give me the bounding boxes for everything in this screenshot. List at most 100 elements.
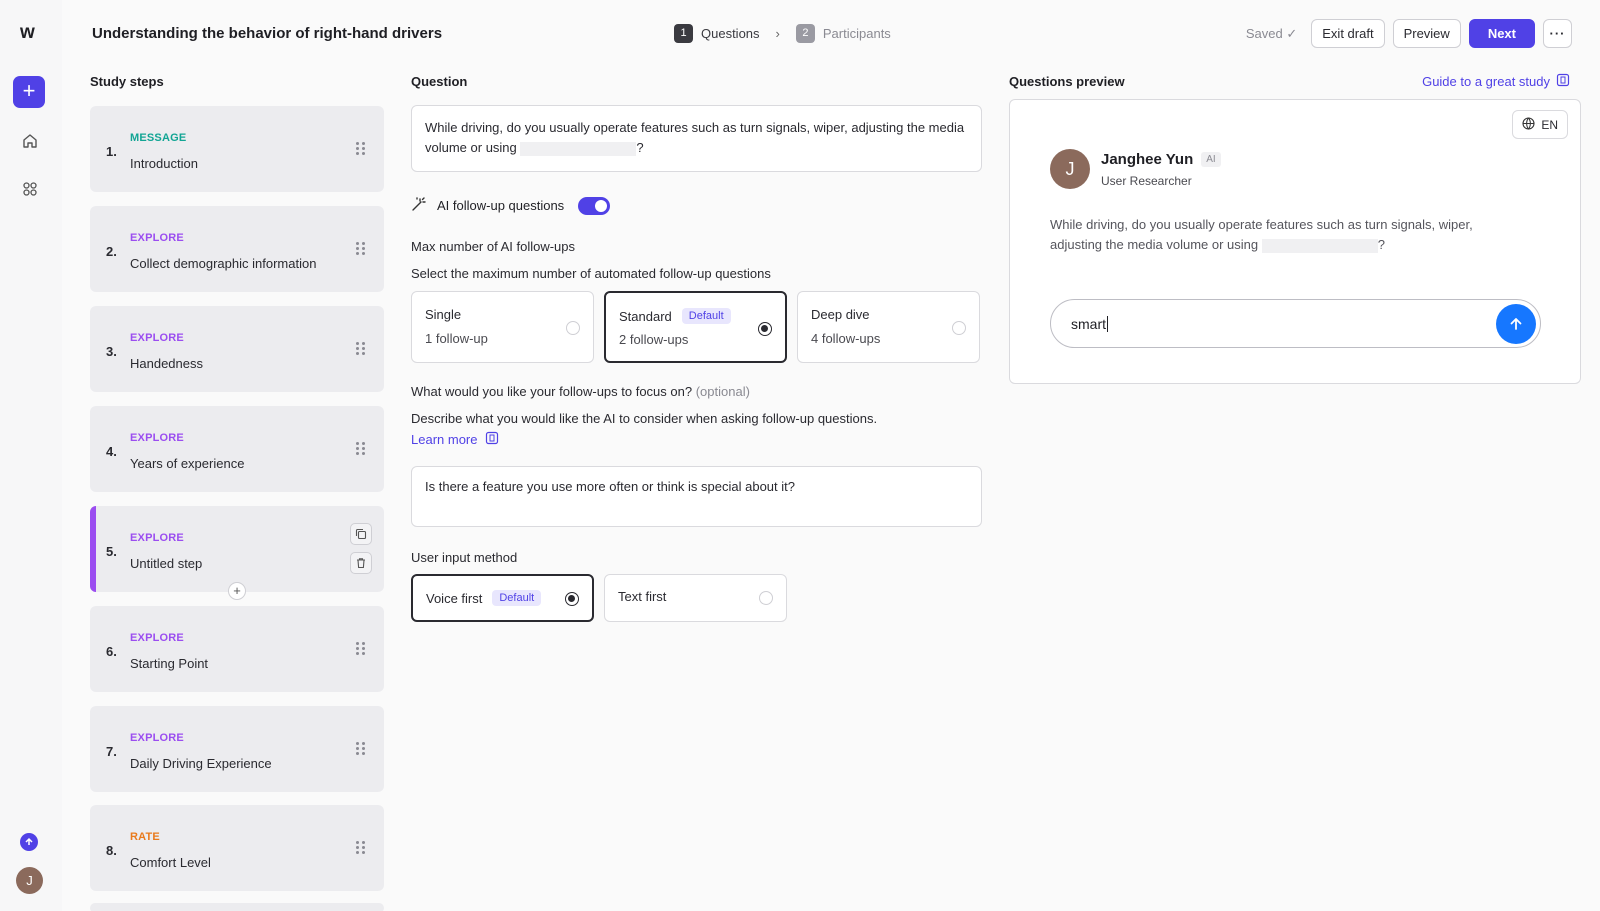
exit-draft-button[interactable]: Exit draft xyxy=(1311,19,1385,48)
text-cursor xyxy=(1107,315,1108,332)
drag-handle-icon[interactable] xyxy=(356,142,366,156)
study-step-card[interactable]: 7. EXPLORE Daily Driving Experience xyxy=(90,706,384,792)
step-number: 2. xyxy=(106,244,117,259)
default-badge: Default xyxy=(681,308,731,324)
interviewer-role: User Researcher xyxy=(1101,174,1192,188)
input-method-label: User input method xyxy=(411,550,518,565)
preview-button[interactable]: Preview xyxy=(1392,19,1461,48)
option-radio[interactable] xyxy=(952,321,966,335)
redacted-text xyxy=(1261,238,1378,253)
step-type: EXPLORE xyxy=(130,332,184,344)
globe-icon xyxy=(1522,116,1535,133)
language-label: EN xyxy=(1541,117,1558,132)
step-type: EXPLORE xyxy=(130,432,184,444)
more-options-button[interactable]: ··· xyxy=(1543,19,1572,48)
study-step-card-selected[interactable]: 5. EXPLORE Untitled step xyxy=(90,506,384,592)
step-type: RATE xyxy=(130,831,160,843)
step-name: Introduction xyxy=(130,156,198,171)
study-step-card[interactable]: 3. EXPLORE Handedness xyxy=(90,306,384,392)
interviewer-name: Janghee Yun xyxy=(1101,151,1194,168)
left-rail: w + J xyxy=(0,0,62,911)
followup-option-deep-dive[interactable]: Deep dive 4 follow-ups xyxy=(797,291,980,363)
study-step-card[interactable]: 8. RATE Comfort Level xyxy=(90,805,384,891)
redacted-text xyxy=(520,141,637,156)
max-followups-label: Max number of AI follow-ups xyxy=(411,239,576,254)
answer-input-value: smart xyxy=(1071,315,1106,332)
language-selector[interactable]: EN xyxy=(1512,110,1568,139)
magic-wand-icon xyxy=(411,196,427,215)
app-logo[interactable]: w xyxy=(20,22,35,44)
add-step-button[interactable]: + xyxy=(228,582,246,600)
preview-question-end: ? xyxy=(1377,237,1385,252)
option-radio[interactable] xyxy=(759,591,773,605)
study-step-card[interactable]: 6. EXPLORE Starting Point xyxy=(90,606,384,692)
step-number: 8. xyxy=(106,843,117,858)
focus-label-row: What would you like your follow-ups to f… xyxy=(411,384,750,399)
step-name: Years of experience xyxy=(130,456,245,471)
followup-option-single[interactable]: Single 1 follow-up xyxy=(411,291,594,363)
study-step-card-partial[interactable] xyxy=(90,903,384,911)
step-type: EXPLORE xyxy=(130,732,184,744)
step-name: Collect demographic information xyxy=(130,256,317,271)
focus-label: What would you like your follow-ups to f… xyxy=(411,384,693,399)
followup-option-standard[interactable]: Standard Default 2 follow-ups xyxy=(604,291,787,363)
drag-handle-icon[interactable] xyxy=(356,242,366,256)
apps-grid-icon[interactable] xyxy=(19,178,41,200)
create-new-button[interactable]: + xyxy=(13,76,45,108)
saved-status: Saved ✓ xyxy=(1245,25,1298,41)
guide-link[interactable]: Guide to a great study xyxy=(1422,73,1570,90)
answer-input[interactable]: smart xyxy=(1050,299,1541,348)
step-participants[interactable]: Participants xyxy=(823,26,891,41)
chevron-right-icon: › xyxy=(775,26,780,41)
header-actions: Saved ✓ Exit draft Preview Next ··· xyxy=(1246,19,1572,48)
step-number: 6. xyxy=(106,644,117,659)
external-doc-icon xyxy=(485,431,499,448)
option-radio[interactable] xyxy=(758,322,772,336)
option-title: Text first xyxy=(618,589,667,604)
study-steps-title: Study steps xyxy=(90,74,164,89)
drag-handle-icon[interactable] xyxy=(356,342,366,356)
step-name: Handedness xyxy=(130,356,203,371)
study-step-card[interactable]: 1. MESSAGE Introduction xyxy=(90,106,384,192)
upgrade-icon[interactable] xyxy=(20,833,38,851)
trash-icon[interactable] xyxy=(350,552,372,574)
question-text-end: ? xyxy=(636,140,644,155)
question-text: While driving, do you usually operate fe… xyxy=(425,120,965,155)
preview-title: Questions preview xyxy=(1009,74,1125,89)
arrow-up-icon xyxy=(1510,318,1522,330)
user-avatar[interactable]: J xyxy=(16,867,43,894)
step-name: Untitled step xyxy=(130,556,203,571)
step-type: EXPLORE xyxy=(130,232,184,244)
question-textarea[interactable]: While driving, do you usually operate fe… xyxy=(411,105,982,172)
max-followups-description: Select the maximum number of automated f… xyxy=(411,266,771,281)
drag-handle-icon[interactable] xyxy=(356,841,366,855)
focus-textarea[interactable]: Is there a feature you use more often or… xyxy=(411,466,982,527)
next-button[interactable]: Next xyxy=(1468,19,1535,48)
option-title-row: Voice first Default xyxy=(426,590,542,606)
home-icon[interactable] xyxy=(19,130,41,152)
option-radio[interactable] xyxy=(566,321,580,335)
input-method-text-first[interactable]: Text first xyxy=(604,574,787,622)
drag-handle-icon[interactable] xyxy=(356,442,366,456)
step-questions[interactable]: Questions xyxy=(701,26,760,41)
option-subtitle: 1 follow-up xyxy=(425,331,488,346)
option-subtitle: 2 follow-ups xyxy=(619,332,689,347)
duplicate-icon[interactable] xyxy=(350,523,372,545)
option-title: Voice first xyxy=(426,590,483,606)
wizard-steps: 1 Questions › 2 Participants xyxy=(674,24,891,43)
learn-more-link[interactable]: Learn more xyxy=(411,431,499,448)
send-button[interactable] xyxy=(1496,304,1536,344)
drag-handle-icon[interactable] xyxy=(356,642,366,656)
drag-handle-icon[interactable] xyxy=(356,742,366,756)
option-radio[interactable] xyxy=(565,592,579,606)
option-title: Standard xyxy=(619,308,672,324)
ai-followup-toggle[interactable] xyxy=(578,196,611,215)
learn-more-label: Learn more xyxy=(411,432,478,447)
default-badge: Default xyxy=(492,590,542,606)
ai-followup-row: AI follow-up questions xyxy=(411,196,611,215)
focus-description: Describe what you would like the AI to c… xyxy=(411,411,878,426)
input-method-voice-first[interactable]: Voice first Default xyxy=(411,574,594,622)
step-name: Daily Driving Experience xyxy=(130,756,272,771)
study-step-card[interactable]: 4. EXPLORE Years of experience xyxy=(90,406,384,492)
study-step-card[interactable]: 2. EXPLORE Collect demographic informati… xyxy=(90,206,384,292)
